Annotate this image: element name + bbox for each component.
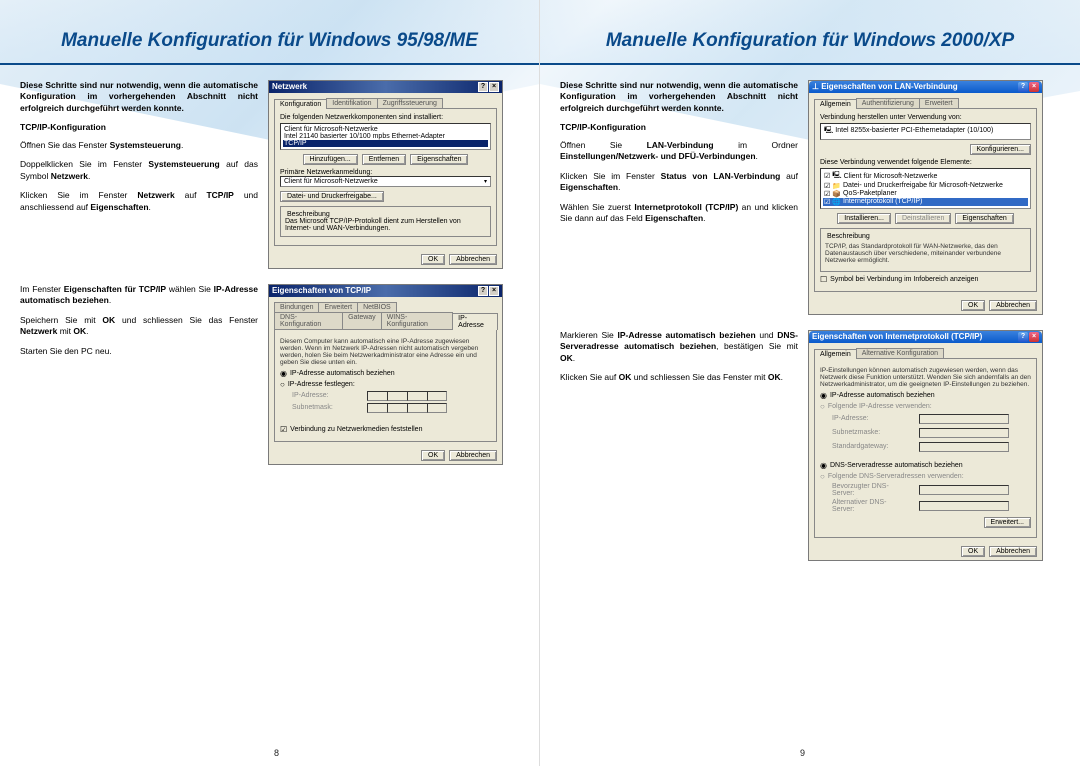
cancel-button[interactable]: Abbrechen	[449, 450, 497, 461]
step: Klicken Sie im Fenster Netzwerk auf TCP/…	[20, 190, 258, 213]
page-title-right: Manuelle Konfiguration für Windows 2000/…	[560, 30, 1060, 53]
screenshot-network-dialog: Netzwerk ?× Konfiguration Identifikation…	[268, 80, 503, 269]
row2-left: Im Fenster Eigenschaften für TCP/IP wähl…	[20, 284, 519, 465]
window-controls: ?×	[1018, 82, 1039, 92]
row1-left: Diese Schritte sind nur notwendig, wenn …	[20, 80, 519, 269]
step: Klicken Sie im Fenster Status von LAN-Ve…	[560, 171, 798, 194]
tab-identification[interactable]: Identifikation	[326, 98, 377, 108]
file-share-button[interactable]: Datei- und Druckerfreigabe...	[280, 191, 384, 202]
screenshot-tcpip-props: Eigenschaften von TCP/IP ?× Bindungen Er…	[268, 284, 503, 465]
dialog-title: Netzwerk ?×	[269, 81, 502, 93]
window-controls: ?×	[478, 82, 499, 92]
uninstall-button: Deinstallieren	[895, 213, 951, 224]
radio-manual-dns[interactable]: Folgende DNS-Serveradressen verwenden:	[820, 472, 1031, 481]
help-icon[interactable]: ?	[478, 286, 488, 296]
ip-address-row: IP-Adresse:	[292, 391, 491, 401]
help-icon[interactable]: ?	[1018, 82, 1028, 92]
ok-button[interactable]: OK	[421, 254, 445, 265]
step: Klicken Sie auf OK und schliessen Sie da…	[560, 372, 798, 383]
dialog-title: Eigenschaften von TCP/IP ?×	[269, 285, 502, 297]
page-number-left: 8	[274, 748, 279, 758]
logon-dropdown[interactable]: Client für Microsoft-Netzwerke	[280, 176, 491, 187]
dialog-netzwerk: Netzwerk ?× Konfiguration Identifikation…	[268, 80, 503, 269]
page-right: Manuelle Konfiguration für Windows 2000/…	[540, 0, 1080, 766]
cancel-button[interactable]: Abbrechen	[989, 300, 1037, 311]
close-icon[interactable]: ×	[489, 82, 499, 92]
check-notify[interactable]: Symbol bei Verbindung im Infobereich anz…	[820, 275, 1031, 284]
step: Speichern Sie mit OK und schliessen Sie …	[20, 315, 258, 338]
step: Starten Sie den PC neu.	[20, 346, 258, 357]
window-controls: ?×	[1018, 332, 1039, 342]
row2-right: Markieren Sie IP-Adresse automatisch bez…	[560, 330, 1060, 561]
dialog-title: Eigenschaften von Internetprotokoll (TCP…	[809, 331, 1042, 343]
text-bottom-right: Markieren Sie IP-Adresse automatisch bez…	[560, 330, 798, 561]
subhead-tcpip-right: TCP/IP-Konfiguration	[560, 122, 798, 133]
connect-using-label: Verbindung herstellen unter Verwendung v…	[820, 114, 1031, 121]
screenshot-tcpip-xp: Eigenschaften von Internetprotokoll (TCP…	[808, 330, 1043, 561]
close-icon[interactable]: ×	[1029, 82, 1039, 92]
cancel-button[interactable]: Abbrechen	[989, 546, 1037, 557]
subhead-tcpip-left: TCP/IP-Konfiguration	[20, 122, 258, 133]
window-controls: ?×	[478, 286, 499, 296]
cancel-button[interactable]: Abbrechen	[449, 254, 497, 265]
tabs: Konfiguration Identifikation Zugriffsste…	[274, 98, 497, 108]
close-icon[interactable]: ×	[489, 286, 499, 296]
step: Öffnen Sie LAN-Verbindung im Ordner Eins…	[560, 140, 798, 163]
logon-label: Primäre Netzwerkanmeldung:	[280, 169, 491, 176]
dialog-lan-props: ⊥ Eigenschaften von LAN-Verbindung ?× Al…	[808, 80, 1043, 315]
step: Im Fenster Eigenschaften für TCP/IP wähl…	[20, 284, 258, 307]
help-icon[interactable]: ?	[478, 82, 488, 92]
components-listbox[interactable]: Client für Microsoft-Netzwerke Intel 211…	[280, 123, 491, 150]
text-top-right: Diese Schritte sind nur notwendig, wenn …	[560, 80, 798, 315]
help-icon[interactable]: ?	[1018, 332, 1028, 342]
screenshot-lan-props: ⊥ Eigenschaften von LAN-Verbindung ?× Al…	[808, 80, 1043, 315]
title-band-left: Manuelle Konfiguration für Windows 95/98…	[0, 0, 539, 65]
subnet-row: Subnetmask:	[292, 403, 491, 413]
text-top-left: Diese Schritte sind nur notwendig, wenn …	[20, 80, 258, 269]
ok-button[interactable]: OK	[961, 546, 985, 557]
install-button[interactable]: Installieren...	[837, 213, 891, 224]
adapter-box: 🖳 Intel 8255x-basierter PCI-Ethernetadap…	[820, 123, 1031, 140]
check-detect[interactable]: Verbindung zu Netzwerkmedien feststellen	[280, 425, 491, 434]
tab-configuration[interactable]: Konfiguration	[274, 99, 327, 109]
description-text: Das Microsoft TCP/IP-Protokoll dient zum…	[285, 218, 486, 232]
close-icon[interactable]: ×	[1029, 332, 1039, 342]
uses-label: Diese Verbindung verwendet folgende Elem…	[820, 159, 1031, 166]
text-bottom-left: Im Fenster Eigenschaften für TCP/IP wähl…	[20, 284, 258, 465]
title-band-right: Manuelle Konfiguration für Windows 2000/…	[540, 0, 1080, 65]
step: Markieren Sie IP-Adresse automatisch bez…	[560, 330, 798, 364]
step: Wählen Sie zuerst Internetprotokoll (TCP…	[560, 202, 798, 225]
configure-button[interactable]: Konfigurieren...	[970, 144, 1031, 155]
dialog-title: ⊥ Eigenschaften von LAN-Verbindung ?×	[809, 81, 1042, 93]
ok-button[interactable]: OK	[961, 300, 985, 311]
page-title-left: Manuelle Konfiguration für Windows 95/98…	[20, 30, 519, 53]
remove-button[interactable]: Entfernen	[362, 154, 406, 165]
properties-button[interactable]: Eigenschaften	[955, 213, 1013, 224]
components-label: Die folgenden Netzwerkkomponenten sind i…	[280, 114, 491, 121]
tab-access[interactable]: Zugriffssteuerung	[377, 98, 443, 108]
step: Doppelklicken Sie im Fenster Systemsteue…	[20, 159, 258, 182]
dialog-tcpip-props: Eigenschaften von TCP/IP ?× Bindungen Er…	[268, 284, 503, 465]
radio-auto-dns[interactable]: DNS-Serveradresse automatisch beziehen	[820, 461, 1031, 470]
page-spread: Manuelle Konfiguration für Windows 95/98…	[0, 0, 1080, 766]
row1-right: Diese Schritte sind nur notwendig, wenn …	[560, 80, 1060, 315]
properties-button[interactable]: Eigenschaften	[410, 154, 468, 165]
radio-auto-ip[interactable]: IP-Adresse automatisch beziehen	[820, 391, 1031, 400]
page-number-right: 9	[800, 748, 805, 758]
radio-auto-ip[interactable]: IP-Adresse automatisch beziehen	[280, 369, 491, 378]
step: Öffnen Sie das Fenster Systemsteuerung.	[20, 140, 258, 151]
radio-manual-ip[interactable]: Folgende IP-Adresse verwenden:	[820, 402, 1031, 411]
page-left: Manuelle Konfiguration für Windows 95/98…	[0, 0, 540, 766]
advanced-button[interactable]: Erweitert...	[984, 517, 1031, 528]
add-button[interactable]: Hinzufügen...	[303, 154, 358, 165]
radio-manual-ip[interactable]: IP-Adresse festlegen:	[280, 380, 491, 389]
elements-listbox[interactable]: 🖳Client für Microsoft-Netzwerke 📁Datei- …	[820, 168, 1031, 209]
tcpip-desc: Diesem Computer kann automatisch eine IP…	[280, 338, 491, 366]
dialog-tcpip-xp: Eigenschaften von Internetprotokoll (TCP…	[808, 330, 1043, 561]
ok-button[interactable]: OK	[421, 450, 445, 461]
